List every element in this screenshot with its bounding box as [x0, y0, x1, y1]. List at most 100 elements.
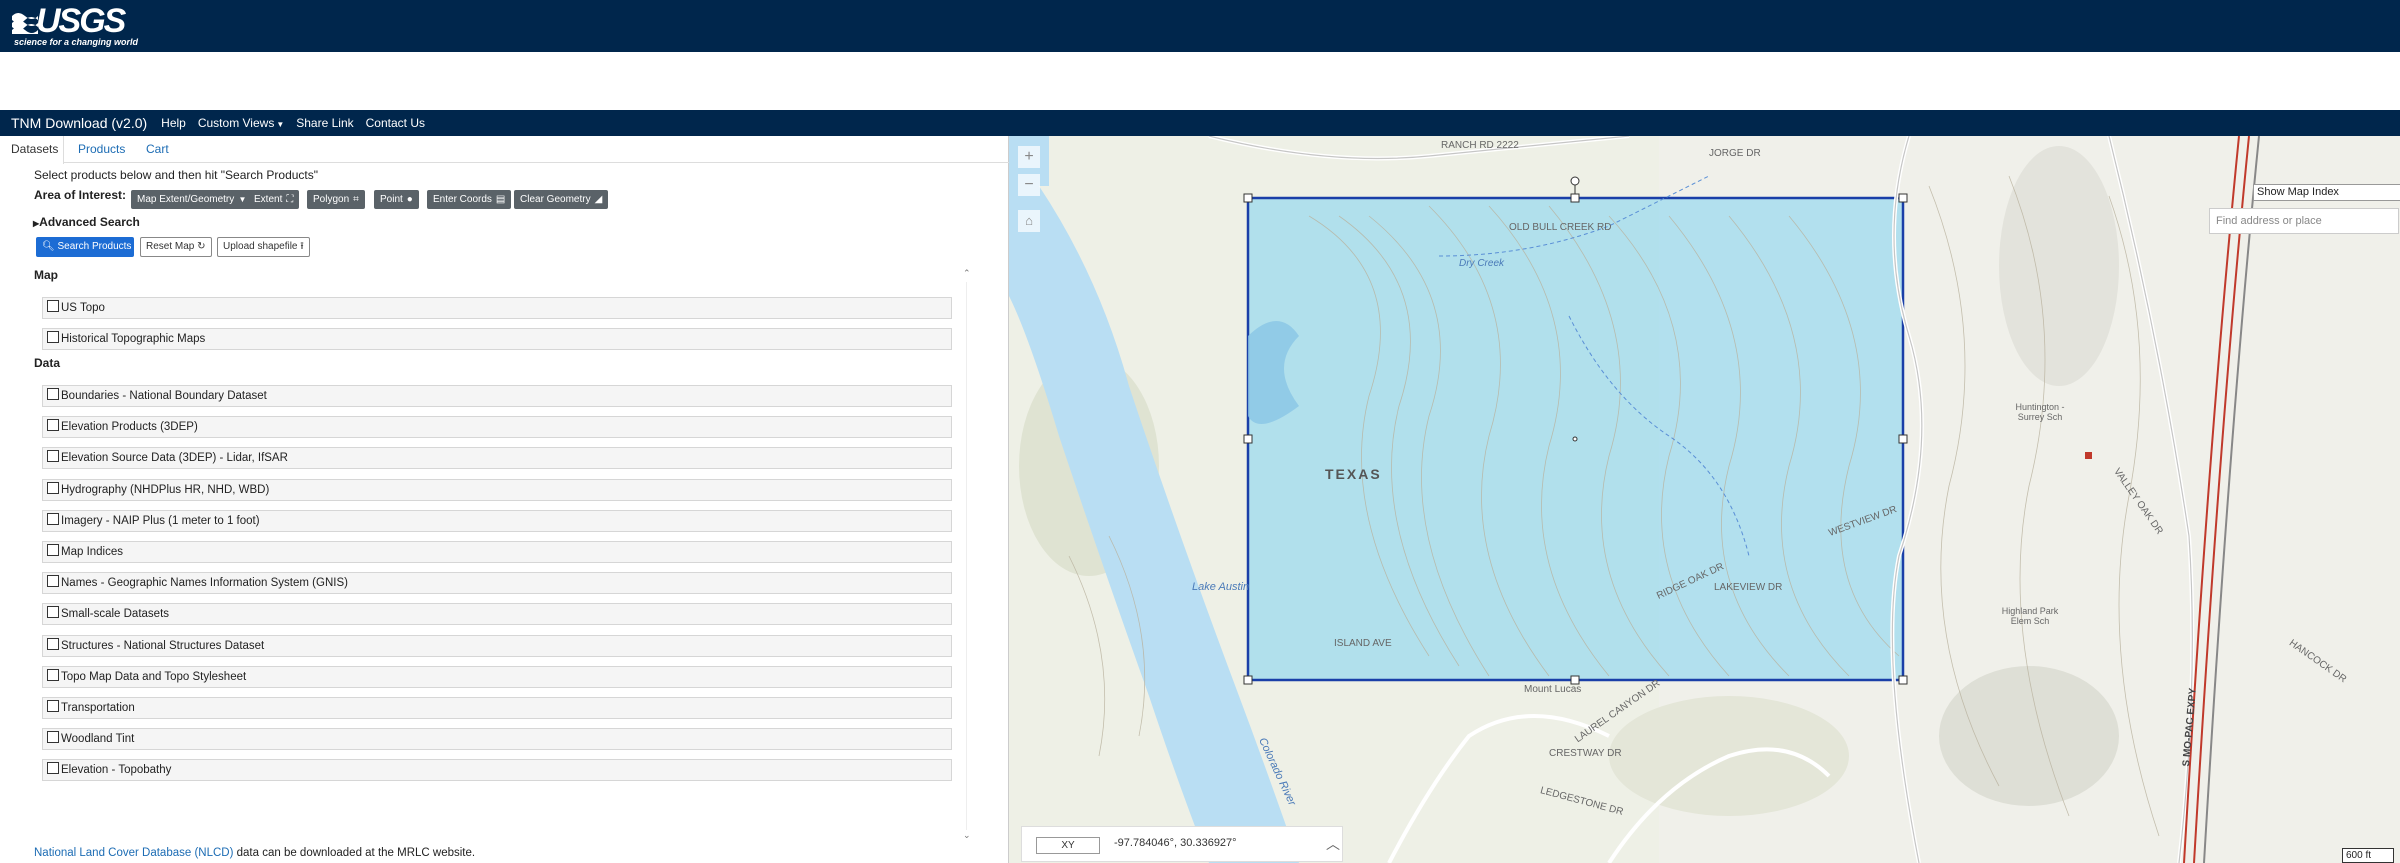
- data-product-row[interactable]: Boundaries - National Boundary Dataset: [42, 385, 952, 407]
- search-products-button[interactable]: 🔍︎ Search Products: [36, 237, 134, 257]
- data-product-row[interactable]: Elevation Source Data (3DEP) - Lidar, If…: [42, 447, 952, 470]
- map-label-huntington-school: Huntington - Surrey Sch: [2015, 402, 2065, 422]
- nlcd-link[interactable]: National Land Cover Database (NLCD): [34, 847, 233, 859]
- map-label-jorge-dr: JORGE DR: [1709, 148, 1761, 159]
- nav-contact-us[interactable]: Contact Us: [366, 116, 425, 130]
- data-product-row[interactable]: Small-scale Datasets: [42, 603, 952, 626]
- checkbox[interactable]: [47, 387, 59, 400]
- map-label-dry-creek: Dry Creek: [1459, 258, 1505, 269]
- checkbox[interactable]: [47, 731, 59, 744]
- aoi-label: Area of Interest:: [34, 188, 127, 202]
- data-product-row[interactable]: Hydrography (NHDPlus HR, NHD, WBD): [42, 478, 952, 501]
- map-label-mount-lucas: Mount Lucas: [1524, 684, 1582, 695]
- checkbox[interactable]: [47, 575, 59, 588]
- app-navbar: TNM Download (v2.0) Help Custom Views ▼ S…: [0, 110, 2400, 136]
- map-view[interactable]: RANCH RD 2222 JORGE DR OLD BULL CREEK RD…: [1009, 136, 2400, 863]
- reset-map-label: Reset Map: [146, 241, 195, 252]
- polygon-button[interactable]: Polygon ⌗: [307, 190, 365, 209]
- checkbox[interactable]: [47, 299, 59, 312]
- reset-map-button[interactable]: Reset Map ↻: [140, 237, 212, 257]
- geo-search-input[interactable]: Find address or place: [2209, 208, 2399, 234]
- enter-coords-label: Enter Coords: [433, 194, 492, 205]
- datasets-panel: Datasets Products Cart Select products b…: [0, 136, 1009, 863]
- coord-system-select[interactable]: XY: [1036, 837, 1100, 854]
- home-icon[interactable]: ⌂: [1018, 210, 1040, 232]
- data-product-label: Structures - National Structures Dataset: [61, 639, 265, 652]
- data-product-row[interactable]: Woodland Tint: [42, 728, 952, 751]
- checkbox[interactable]: [47, 481, 59, 494]
- chevron-up-icon[interactable]: ︿: [1326, 834, 1340, 854]
- tab-bar: Datasets Products Cart: [0, 136, 1009, 164]
- tab-datasets[interactable]: Datasets: [11, 142, 58, 156]
- map-product-label: Historical Topographic Maps: [61, 333, 206, 346]
- zoom-out-button[interactable]: −: [1018, 174, 1040, 196]
- map-product-row[interactable]: Historical Topographic Maps: [42, 328, 952, 351]
- section-data-heading: Data: [34, 356, 61, 370]
- advanced-search-toggle[interactable]: ▶Advanced Search: [33, 215, 140, 229]
- product-list-scrollbar[interactable]: ⌃ ⌄: [962, 268, 972, 842]
- point-button[interactable]: Point ●: [374, 190, 419, 209]
- checkbox[interactable]: [47, 637, 59, 650]
- nav-custom-views[interactable]: Custom Views ▼: [198, 116, 284, 130]
- data-product-row[interactable]: Structures - National Structures Dataset: [42, 634, 952, 657]
- logo-tagline: science for a changing world: [14, 37, 139, 47]
- caret-down-icon: ▼: [276, 120, 285, 129]
- refresh-icon: ↻: [197, 241, 206, 252]
- data-product-row[interactable]: Names - Geographic Names Information Sys…: [42, 572, 952, 595]
- map-label-island-ave: ISLAND AVE: [1334, 638, 1392, 649]
- app-title[interactable]: TNM Download (v2.0): [11, 115, 147, 131]
- section-map-heading: Map: [34, 268, 58, 282]
- map-label-lakeview: LAKEVIEW DR: [1714, 582, 1783, 593]
- data-product-label: Woodland Tint: [61, 733, 135, 746]
- usgs-wave-icon: [12, 13, 38, 34]
- map-extent-label: Map Extent/Geometry: [137, 194, 235, 205]
- map-label-old-bull-creek: OLD BULL CREEK RD: [1509, 222, 1612, 233]
- map-label-texas: TEXAS: [1325, 466, 1382, 482]
- data-product-row[interactable]: Transportation: [42, 697, 952, 719]
- product-list: Map US Topo Historical Topographic Maps D…: [26, 268, 974, 836]
- upload-icon: ⭱: [300, 241, 304, 252]
- clear-geometry-button[interactable]: Clear Geometry ◢: [514, 190, 609, 209]
- data-product-row[interactable]: Topo Map Data and Topo Stylesheet: [42, 665, 952, 688]
- data-product-row[interactable]: Elevation Products (3DEP): [42, 416, 952, 439]
- search-icon: 🔍︎: [42, 241, 58, 252]
- scroll-down-icon[interactable]: ⌄: [963, 830, 971, 841]
- checkbox[interactable]: [47, 331, 59, 344]
- extent-button[interactable]: Extent ⛶: [248, 190, 300, 209]
- clear-geometry-label: Clear Geometry: [520, 194, 591, 205]
- checkbox[interactable]: [47, 543, 59, 556]
- checkbox[interactable]: [47, 450, 59, 463]
- enter-coords-button[interactable]: Enter Coords ▤: [427, 190, 512, 209]
- checkbox[interactable]: [47, 699, 59, 712]
- data-product-row[interactable]: Imagery - NAIP Plus (1 meter to 1 foot): [42, 509, 952, 532]
- upload-shapefile-button[interactable]: Upload shapefile ⭱: [217, 237, 310, 257]
- tab-cart[interactable]: Cart: [146, 142, 169, 156]
- data-product-label: Elevation - Topobathy: [61, 764, 172, 777]
- tab-products[interactable]: Products: [78, 142, 125, 156]
- checkbox[interactable]: [47, 762, 59, 775]
- checkbox[interactable]: [47, 512, 59, 525]
- nav-custom-views-label: Custom Views: [197, 116, 275, 130]
- map-product-row[interactable]: US Topo: [42, 297, 952, 319]
- show-map-index-toggle[interactable]: Show Map Index: [2253, 184, 2400, 201]
- checkbox[interactable]: [47, 668, 59, 681]
- nlcd-note: National Land Cover Database (NLCD) data…: [34, 847, 475, 859]
- usgs-header: USGS science for a changing world: [0, 0, 2400, 52]
- coord-value: -97.784046°, 30.336927°: [1114, 837, 1237, 849]
- nav-help[interactable]: Help: [161, 116, 186, 130]
- data-product-row[interactable]: Map Indices: [42, 541, 952, 563]
- map-label-lake-austin: Lake Austin: [1192, 581, 1250, 593]
- data-product-label: Elevation Products (3DEP): [61, 421, 198, 434]
- map-extent-geometry-button[interactable]: Map Extent/Geometry ▼: [131, 190, 253, 209]
- data-product-label: Topo Map Data and Topo Stylesheet: [61, 670, 247, 683]
- scroll-up-icon[interactable]: ⌃: [963, 268, 971, 279]
- nav-share-link[interactable]: Share Link: [296, 116, 353, 130]
- checkbox[interactable]: [47, 419, 59, 432]
- data-product-row[interactable]: Elevation - Topobathy: [42, 759, 952, 782]
- coordinate-readout: XY -97.784046°, 30.336927° ︿: [1021, 826, 1343, 862]
- zoom-in-button[interactable]: +: [1018, 146, 1040, 168]
- data-product-label: Boundaries - National Boundary Dataset: [61, 390, 267, 402]
- extent-icon: ⛶: [286, 194, 294, 205]
- scroll-track[interactable]: [966, 282, 967, 830]
- checkbox[interactable]: [47, 606, 59, 619]
